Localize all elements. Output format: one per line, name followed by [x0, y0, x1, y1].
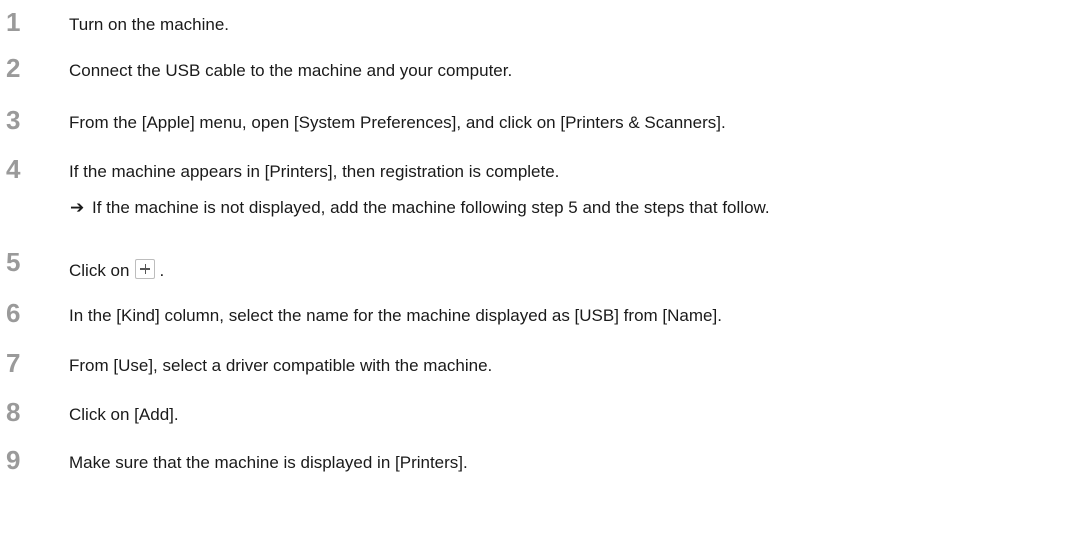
step-number: 7 — [6, 348, 21, 378]
step-text: From [Use], select a driver compatible w… — [69, 356, 493, 375]
step-number: 4 — [6, 154, 21, 184]
step-text: If the machine appears in [Printers], th… — [69, 162, 560, 181]
substep-text: If the machine is not displayed, add the… — [92, 198, 770, 217]
arrow-right-icon: ➔ — [70, 198, 85, 217]
plus-icon — [135, 259, 156, 279]
procedure-steps: 1 Turn on the machine. 2 Connect the USB… — [0, 0, 1083, 556]
step-text-before: Click on — [69, 261, 130, 280]
step-text: From the [Apple] menu, open [System Pref… — [69, 113, 726, 132]
step-number: 2 — [6, 53, 21, 83]
step-number: 9 — [6, 445, 21, 475]
step-number: 5 — [6, 247, 21, 277]
step-text-after: . — [159, 261, 165, 280]
step-number: 1 — [6, 7, 21, 37]
step-number: 3 — [6, 105, 21, 135]
step-text: Click on. — [69, 256, 164, 279]
step-number: 8 — [6, 397, 21, 427]
step-number: 6 — [6, 298, 21, 328]
step-text: In the [Kind] column, select the name fo… — [69, 306, 722, 325]
step-text: Make sure that the machine is displayed … — [69, 453, 468, 472]
step-text: Connect the USB cable to the machine and… — [69, 61, 513, 80]
step-text: Click on [Add]. — [69, 405, 179, 424]
step-substep: ➔ If the machine is not displayed, add th… — [70, 199, 770, 216]
step-text: Turn on the machine. — [69, 15, 230, 34]
